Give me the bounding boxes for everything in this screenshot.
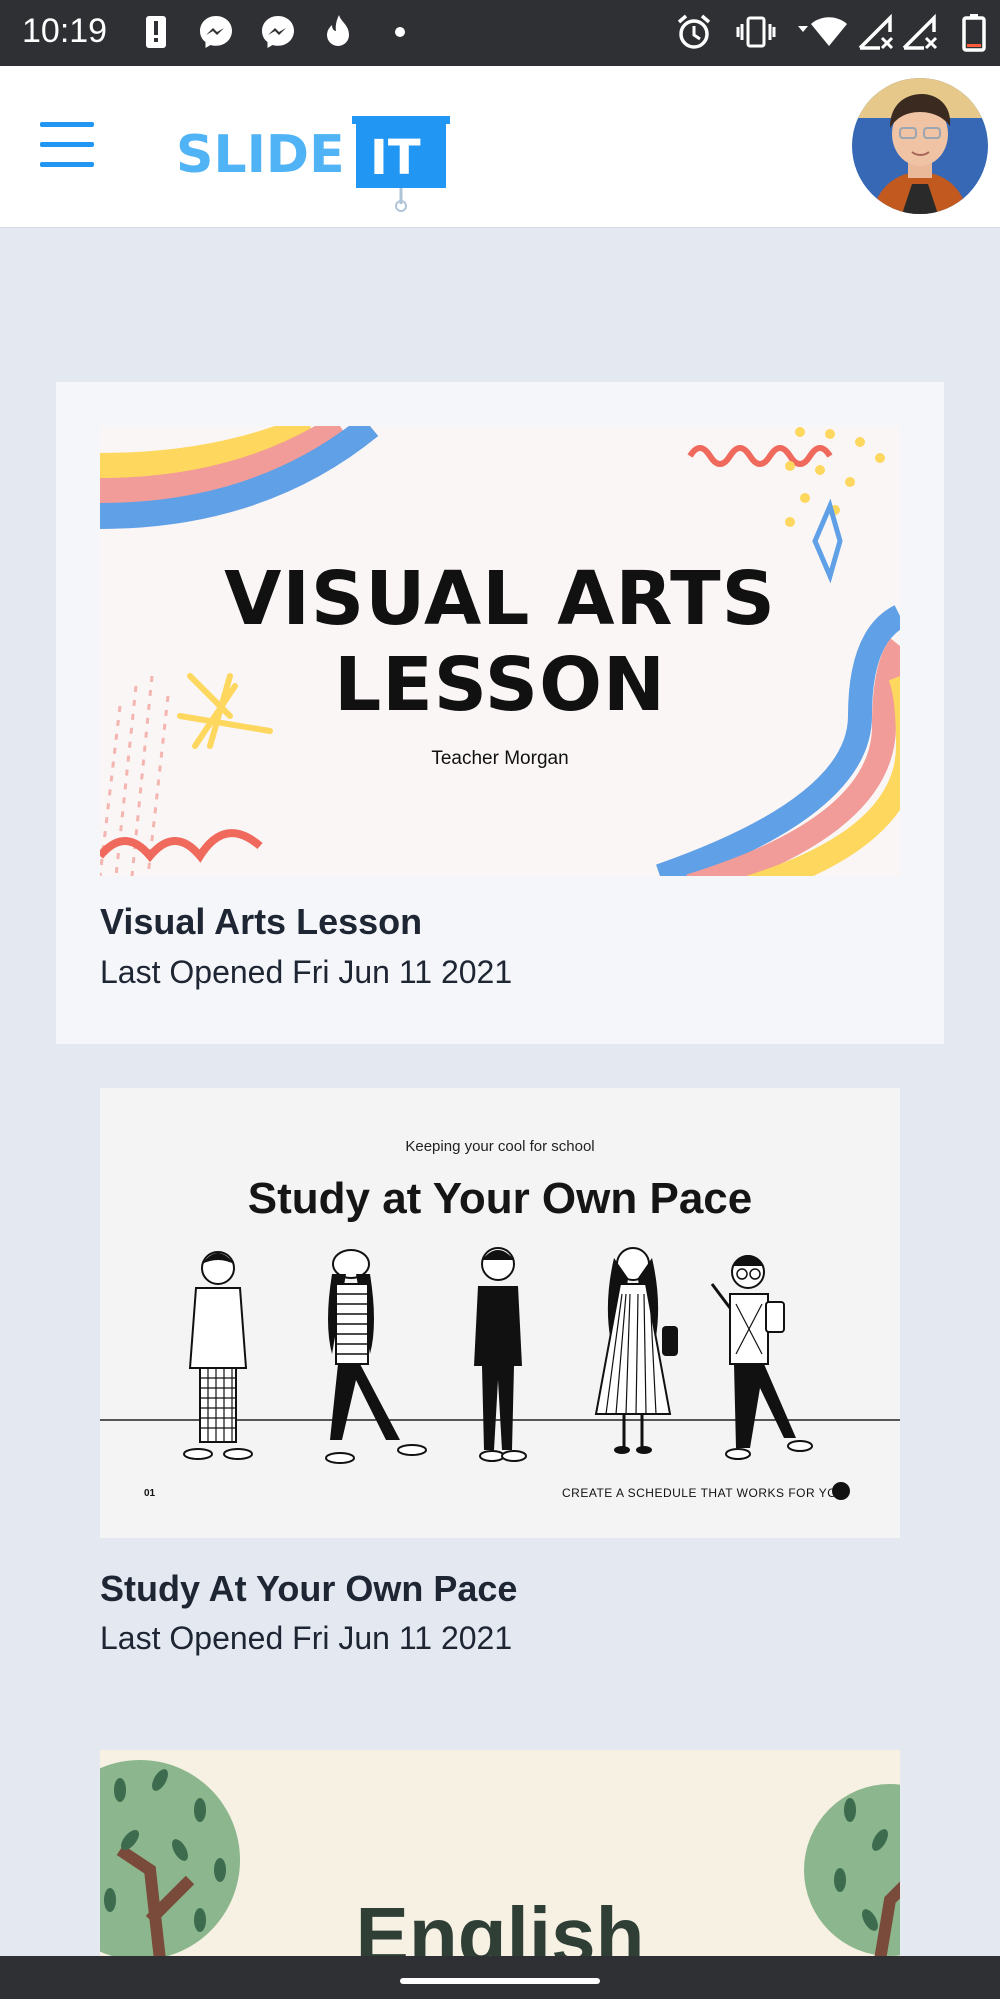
slide-title-line: LESSON bbox=[334, 642, 666, 728]
logo-text-it: IT bbox=[370, 130, 421, 186]
arrow-right-icon bbox=[832, 1482, 850, 1500]
fire-icon bbox=[327, 15, 349, 46]
messenger-icon bbox=[262, 16, 294, 48]
messenger-icon bbox=[200, 16, 232, 48]
presentation-card[interactable]: VISUAL ARTS LESSON Teacher Morgan Visual… bbox=[56, 382, 944, 1044]
alert-icon bbox=[146, 16, 166, 48]
wifi-icon bbox=[798, 17, 847, 46]
students-illustration bbox=[100, 1247, 900, 1464]
slide-title: VISUAL ARTS LESSON bbox=[100, 556, 900, 728]
no-signal-icon bbox=[902, 13, 938, 50]
alarm-icon bbox=[677, 14, 711, 49]
slide-subtitle: Teacher Morgan bbox=[431, 748, 569, 769]
last-opened-date: Last Opened Fri Jun 11 2021 bbox=[100, 1620, 513, 1656]
presentation-card[interactable]: Keeping your cool for school Study at Yo… bbox=[56, 1088, 944, 1668]
status-bar: 10:19 bbox=[0, 0, 1000, 66]
home-gesture-bar[interactable] bbox=[400, 1978, 600, 1984]
slide-footer: CREATE A SCHEDULE THAT WORKS FOR YOU bbox=[562, 1486, 847, 1500]
battery-icon bbox=[962, 14, 986, 52]
slide-thumbnail[interactable]: English bbox=[100, 1750, 900, 1960]
navigation-bar bbox=[0, 1956, 1000, 1999]
app-header: SLIDE IT bbox=[0, 66, 1000, 228]
profile-avatar[interactable] bbox=[852, 78, 988, 214]
status-time: 10:19 bbox=[22, 12, 108, 50]
last-opened-date: Last Opened Fri Jun 11 2021 bbox=[100, 954, 513, 990]
no-signal-icon bbox=[858, 13, 894, 50]
slide-thumbnail[interactable]: VISUAL ARTS LESSON Teacher Morgan bbox=[100, 426, 900, 876]
slide-title: English bbox=[355, 1891, 645, 1960]
slide-thumbnail[interactable]: Keeping your cool for school Study at Yo… bbox=[100, 1088, 900, 1538]
slide-title-line: VISUAL ARTS bbox=[224, 556, 776, 642]
hamburger-menu-icon[interactable] bbox=[40, 122, 96, 172]
presentation-card[interactable]: English bbox=[56, 1750, 944, 1960]
dot-icon bbox=[395, 27, 405, 37]
presentation-title[interactable]: Visual Arts Lesson bbox=[100, 901, 422, 943]
presentation-title[interactable]: Study At Your Own Pace bbox=[100, 1568, 517, 1610]
slide-number: 01 bbox=[144, 1488, 156, 1499]
vibrate-icon bbox=[736, 16, 776, 48]
slide-it-logo: SLIDE IT bbox=[176, 116, 450, 212]
logo-text-slide: SLIDE bbox=[176, 125, 345, 185]
